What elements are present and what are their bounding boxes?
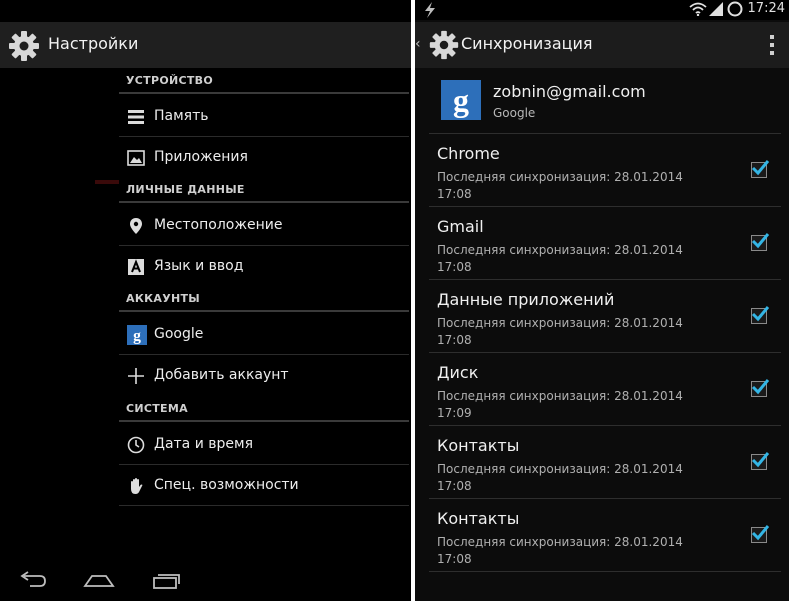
page-title: Настройки	[48, 34, 139, 53]
navigation-bar	[0, 560, 411, 601]
account-header: g zobnin@gmail.com Google	[429, 68, 781, 134]
sync-item-app-data[interactable]: Данные приложений Последняя синхронизаци…	[429, 280, 781, 353]
lightning-icon	[425, 2, 435, 18]
sync-status-time: 17:08	[437, 479, 472, 493]
sync-item-desc: Последняя синхронизация: 28.01.2014 17:0…	[437, 242, 683, 276]
sync-checkbox[interactable]	[751, 306, 770, 324]
language-icon	[128, 259, 144, 275]
sync-status-text: Последняя синхронизация: 28.01.2014	[437, 316, 683, 330]
settings-item-language[interactable]: Язык и ввод	[119, 246, 409, 287]
sync-status-time: 17:08	[437, 260, 472, 274]
checkmark-icon	[751, 233, 770, 249]
storage-icon	[128, 110, 144, 124]
google-icon: g	[127, 325, 147, 345]
overflow-menu-icon[interactable]	[769, 34, 775, 56]
sync-item-desc: Последняя синхронизация: 28.01.2014 17:0…	[437, 315, 683, 349]
location-icon	[130, 218, 142, 234]
chevron-left-icon[interactable]: ‹	[415, 36, 421, 52]
settings-item-apps[interactable]: Приложения	[119, 137, 409, 178]
sync-status-text: Последняя синхронизация: 28.01.2014	[437, 170, 683, 184]
svg-text:g: g	[453, 82, 469, 118]
settings-item-label: Приложения	[154, 149, 248, 165]
settings-item-accessibility[interactable]: Спец. возможности	[119, 465, 409, 506]
settings-item-label: Спец. возможности	[154, 477, 299, 493]
settings-item-label: Дата и время	[154, 436, 253, 452]
sync-status-time: 17:08	[437, 333, 472, 347]
sync-item-gmail[interactable]: Gmail Последняя синхронизация: 28.01.201…	[429, 207, 781, 280]
signal-icon	[709, 2, 723, 16]
sync-item-desc: Последняя синхронизация: 28.01.2014 17:0…	[437, 169, 683, 203]
sync-item-drive[interactable]: Диск Последняя синхронизация: 28.01.2014…	[429, 353, 781, 426]
sync-item-name: Диск	[437, 363, 479, 382]
page-title: Синхронизация	[461, 34, 593, 53]
settings-item-add-account[interactable]: Добавить аккаунт	[119, 355, 409, 396]
sync-status-text: Последняя синхронизация: 28.01.2014	[437, 535, 683, 549]
sync-status-text: Последняя синхронизация: 28.01.2014	[437, 389, 683, 403]
sync-action-bar: ‹ Синхронизация	[415, 22, 789, 68]
status-bar: 17:24	[415, 0, 789, 20]
clock-icon	[127, 436, 145, 454]
sync-checkbox[interactable]	[751, 379, 770, 397]
account-email: zobnin@gmail.com	[493, 82, 646, 101]
settings-action-bar: Настройки	[0, 22, 411, 68]
sync-item-name: Контакты	[437, 509, 520, 528]
settings-item-location[interactable]: Местоположение	[119, 205, 409, 246]
apps-icon	[127, 150, 145, 166]
google-icon: g	[441, 80, 481, 120]
settings-item-label: Местоположение	[154, 217, 283, 233]
section-header-system: СИСТЕМА	[119, 400, 409, 422]
settings-item-label: Память	[154, 108, 209, 124]
checkmark-icon	[751, 306, 770, 322]
settings-item-google[interactable]: g Google	[119, 314, 409, 355]
settings-item-date-time[interactable]: Дата и время	[119, 424, 409, 465]
sync-checkbox[interactable]	[751, 452, 770, 470]
status-time: 17:24	[747, 1, 785, 16]
checkmark-icon	[751, 525, 770, 541]
sync-status-time: 17:08	[437, 552, 472, 566]
gear-icon[interactable]	[427, 28, 461, 62]
gear-icon[interactable]	[6, 28, 42, 64]
sync-item-desc: Последняя синхронизация: 28.01.2014 17:0…	[437, 388, 683, 422]
settings-item-label: Добавить аккаунт	[154, 367, 289, 383]
sync-item-name: Данные приложений	[437, 290, 615, 309]
sync-item-name: Gmail	[437, 217, 484, 236]
divider	[95, 180, 119, 184]
plus-icon	[128, 368, 144, 384]
section-header-device: УСТРОЙСТВО	[119, 72, 409, 94]
home-icon[interactable]	[82, 570, 116, 590]
sync-checkbox[interactable]	[751, 160, 770, 178]
sync-status-text: Последняя синхронизация: 28.01.2014	[437, 462, 683, 476]
sync-status-time: 17:09	[437, 406, 472, 420]
svg-text:g: g	[133, 328, 141, 345]
sync-item-chrome[interactable]: Chrome Последняя синхронизация: 28.01.20…	[429, 134, 781, 207]
settings-item-label: Google	[154, 326, 204, 342]
sync-item-name: Chrome	[437, 144, 500, 163]
checkmark-icon	[751, 452, 770, 468]
sync-item-desc: Последняя синхронизация: 28.01.2014 17:0…	[437, 461, 683, 495]
section-header-accounts: АККАУНТЫ	[119, 290, 409, 312]
sync-checkbox[interactable]	[751, 525, 770, 543]
checkmark-icon	[751, 379, 770, 395]
sync-item-name: Контакты	[437, 436, 520, 455]
settings-item-storage[interactable]: Память	[119, 96, 409, 137]
sync-item-desc: Последняя синхронизация: 28.01.2014 17:0…	[437, 534, 683, 568]
sync-checkbox[interactable]	[751, 233, 770, 251]
sync-item-contacts-2[interactable]: Контакты Последняя синхронизация: 28.01.…	[429, 499, 781, 572]
checkmark-icon	[751, 160, 770, 176]
account-provider: Google	[493, 106, 536, 120]
sync-screen: 17:24 ‹ Синхронизация g zobnin@gmail.com…	[415, 0, 789, 601]
sync-status-time: 17:08	[437, 187, 472, 201]
settings-screen: Настройки УСТРОЙСТВО Память Приложения Л…	[0, 0, 411, 601]
wifi-icon	[689, 2, 707, 16]
sync-status-text: Последняя синхронизация: 28.01.2014	[437, 243, 683, 257]
section-header-personal: ЛИЧНЫЕ ДАННЫЕ	[119, 181, 409, 203]
hand-icon	[131, 478, 143, 494]
sync-item-contacts[interactable]: Контакты Последняя синхронизация: 28.01.…	[429, 426, 781, 499]
back-icon[interactable]	[18, 570, 48, 590]
settings-item-label: Язык и ввод	[154, 258, 244, 274]
battery-icon	[727, 1, 743, 17]
recent-apps-icon[interactable]	[150, 570, 182, 590]
